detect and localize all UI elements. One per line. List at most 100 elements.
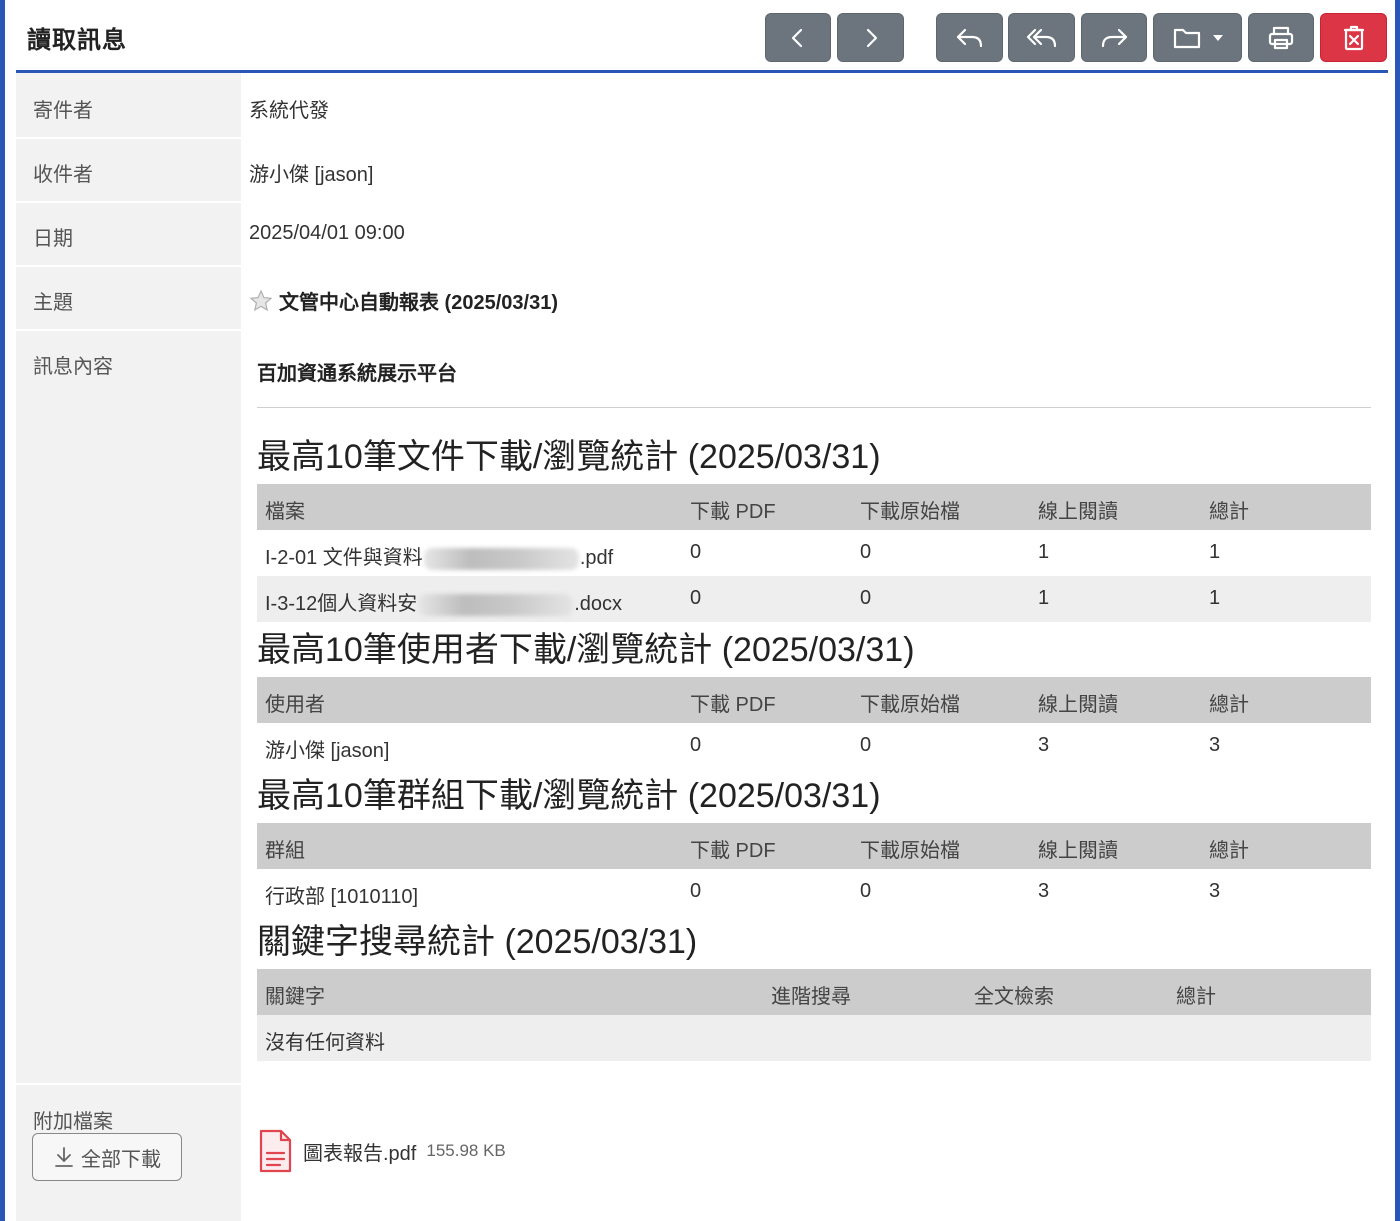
attachment-file-size: 155.98 KB: [426, 1141, 506, 1160]
empty-message: 沒有任何資料: [265, 1032, 385, 1054]
subject-label: 主題: [33, 292, 73, 314]
table-header-row: 關鍵字 進階搜尋 全文檢索 總計: [257, 969, 1371, 1015]
row-divider: [16, 137, 241, 139]
online-count: 1: [1038, 541, 1050, 563]
online-count: 1: [1038, 587, 1050, 609]
doc-stats-table: 檔案 下載 PDF 下載原始檔 線上閱讀 總計 I-2-01 文件與資料 .pdf…: [257, 484, 1371, 622]
delete-button[interactable]: [1320, 13, 1387, 62]
user-stats-table: 使用者 下載 PDF 下載原始檔 線上閱讀 總計 游小傑 [jason] 0 0…: [257, 677, 1371, 769]
group-stats-table: 群組 下載 PDF 下載原始檔 線上閱讀 總計 行政部 [1010110] 0 …: [257, 823, 1371, 915]
message-detail: 寄件者 系統代發 收件者 游小傑 [jason] 日期 2025/04/01 0…: [16, 73, 1388, 1221]
forward-button[interactable]: [1081, 13, 1147, 62]
original-count: 0: [860, 880, 872, 902]
move-to-folder-button[interactable]: [1153, 13, 1242, 62]
table-row: 行政部 [1010110] 0 0 3 3: [257, 869, 1371, 915]
pdf-count: 0: [690, 587, 702, 609]
print-icon: [1268, 26, 1294, 49]
col-header-pdf: 下載 PDF: [690, 840, 776, 862]
body-divider: [257, 407, 1371, 408]
table-row: 沒有任何資料: [257, 1015, 1371, 1061]
pdf-count: 0: [690, 880, 702, 902]
col-header-total: 總計: [1176, 986, 1216, 1008]
col-header-file: 檔案: [265, 501, 305, 523]
redacted-text: [418, 593, 574, 616]
recipient-value: 游小傑 [jason]: [249, 164, 374, 186]
chevron-left-icon: [791, 28, 803, 47]
group-stats-heading: 最高10筆群組下載/瀏覽統計 (2025/03/31): [257, 777, 881, 815]
original-count: 0: [860, 541, 872, 563]
date-value: 2025/04/01 09:00: [249, 222, 405, 244]
reply-icon: [956, 28, 982, 47]
print-button[interactable]: [1248, 13, 1314, 62]
col-header-original: 下載原始檔: [860, 501, 960, 523]
redacted-text: [423, 547, 579, 570]
table-header-row: 檔案 下載 PDF 下載原始檔 線上閱讀 總計: [257, 484, 1371, 530]
download-all-label: 全部下載: [81, 1148, 161, 1171]
row-divider: [16, 265, 241, 267]
sender-value: 系統代發: [249, 100, 329, 122]
table-row: 游小傑 [jason] 0 0 3 3: [257, 723, 1371, 769]
star-icon[interactable]: [249, 289, 273, 313]
subject-row: 文管中心自動報表 (2025/03/31): [249, 286, 558, 315]
chevron-right-icon: [866, 28, 877, 47]
next-message-button[interactable]: [837, 13, 904, 62]
reply-all-icon: [1026, 28, 1056, 47]
window-right-border: [1395, 0, 1400, 1221]
col-header-total: 總計: [1209, 840, 1249, 862]
col-header-keyword: 關鍵字: [265, 986, 325, 1008]
col-header-user: 使用者: [265, 694, 325, 716]
col-header-online: 線上閱讀: [1038, 840, 1118, 862]
keyword-stats-heading: 關鍵字搜尋統計 (2025/03/31): [257, 923, 698, 961]
col-header-total: 總計: [1209, 501, 1249, 523]
col-header-original: 下載原始檔: [860, 840, 960, 862]
download-all-button[interactable]: 全部下載: [32, 1133, 182, 1181]
org-title: 百加資通系統展示平台: [257, 363, 457, 385]
folder-icon: [1173, 28, 1200, 48]
window-left-border: [0, 0, 5, 1221]
user-name: 游小傑 [jason]: [265, 740, 390, 762]
reply-all-button[interactable]: [1008, 13, 1075, 62]
reply-button[interactable]: [936, 13, 1003, 62]
pdf-count: 0: [690, 734, 702, 756]
subject-value: 文管中心自動報表 (2025/03/31): [279, 292, 558, 314]
original-count: 0: [860, 734, 872, 756]
file-name: I-2-01 文件與資料 .pdf: [265, 547, 614, 570]
col-header-group: 群組: [265, 840, 305, 862]
caret-down-icon: [1212, 34, 1223, 41]
row-divider: [16, 201, 241, 203]
previous-message-button[interactable]: [765, 13, 831, 62]
date-label: 日期: [33, 228, 73, 250]
doc-stats-heading: 最高10筆文件下載/瀏覽統計 (2025/03/31): [257, 438, 881, 476]
download-icon: [55, 1147, 73, 1167]
col-header-pdf: 下載 PDF: [690, 694, 776, 716]
row-divider: [16, 329, 241, 331]
table-row: I-3-12個人資料安 .docx 0 0 1 1: [257, 576, 1371, 622]
table-header-row: 群組 下載 PDF 下載原始檔 線上閱讀 總計: [257, 823, 1371, 869]
attachment-file-name[interactable]: 圖表報告.pdf: [303, 1137, 416, 1166]
total-count: 1: [1209, 541, 1221, 563]
row-divider: [16, 1083, 241, 1085]
col-header-online: 線上閱讀: [1038, 501, 1118, 523]
delete-icon: [1343, 25, 1364, 50]
col-header-total: 總計: [1209, 694, 1249, 716]
online-count: 3: [1038, 880, 1050, 902]
file-name: I-3-12個人資料安 .docx: [265, 593, 623, 616]
total-count: 3: [1209, 734, 1221, 756]
total-count: 3: [1209, 880, 1221, 902]
col-header-original: 下載原始檔: [860, 694, 960, 716]
online-count: 3: [1038, 734, 1050, 756]
pdf-count: 0: [690, 541, 702, 563]
table-row: I-2-01 文件與資料 .pdf 0 0 1 1: [257, 530, 1371, 576]
keyword-stats-table: 關鍵字 進階搜尋 全文檢索 總計 沒有任何資料: [257, 969, 1371, 1061]
table-header-row: 使用者 下載 PDF 下載原始檔 線上閱讀 總計: [257, 677, 1371, 723]
total-count: 1: [1209, 587, 1221, 609]
original-count: 0: [860, 587, 872, 609]
forward-icon: [1101, 28, 1128, 47]
attachment-item[interactable]: 圖表報告.pdf 155.98 KB: [257, 1129, 506, 1173]
page-title: 讀取訊息: [27, 27, 127, 54]
col-header-fulltext-search: 全文檢索: [974, 986, 1054, 1008]
col-header-online: 線上閱讀: [1038, 694, 1118, 716]
user-stats-heading: 最高10筆使用者下載/瀏覽統計 (2025/03/31): [257, 631, 915, 669]
pdf-file-icon: [259, 1129, 292, 1173]
col-header-pdf: 下載 PDF: [690, 501, 776, 523]
